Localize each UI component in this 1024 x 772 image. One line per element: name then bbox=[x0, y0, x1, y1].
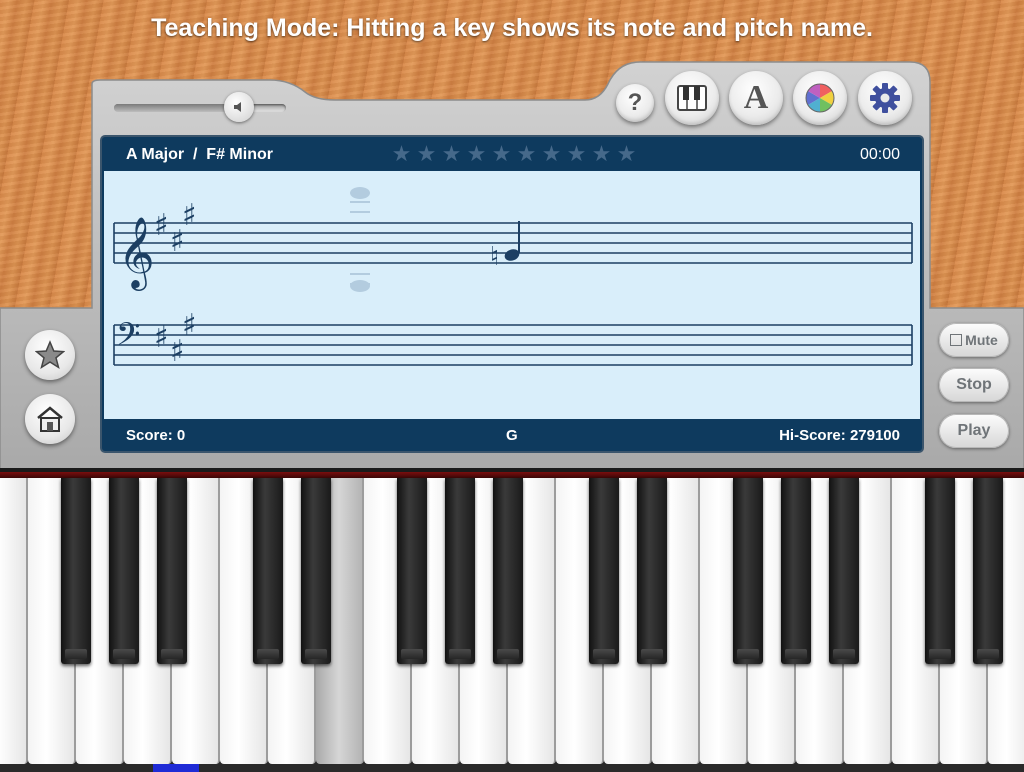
piano-keyboard bbox=[0, 468, 1024, 772]
black-key[interactable] bbox=[253, 478, 283, 664]
svg-text:♯: ♯ bbox=[182, 198, 197, 233]
svg-text:♯: ♯ bbox=[182, 308, 197, 343]
stop-button[interactable]: Stop bbox=[939, 368, 1009, 402]
black-key[interactable] bbox=[925, 478, 955, 664]
svg-text:♯: ♯ bbox=[154, 208, 169, 243]
mute-label: Mute bbox=[965, 332, 998, 348]
rating-star: ★ bbox=[441, 141, 462, 166]
game-screen: A Major / F# Minor ★ ★ ★ ★ ★ ★ ★ ★ ★ ★ 00:00 bbox=[102, 137, 922, 451]
stop-label: Stop bbox=[956, 376, 992, 393]
staff-area[interactable]: 𝄞 ♯ ♯ ♯ ♮ 𝄢 ♯ ♯ ♯ bbox=[104, 171, 920, 419]
rating-star: ★ bbox=[516, 141, 537, 166]
current-note-name: G bbox=[506, 427, 518, 444]
help-button[interactable]: ? bbox=[616, 84, 654, 122]
black-key[interactable] bbox=[397, 478, 427, 664]
key-signature-label: A Major / F# Minor bbox=[126, 146, 273, 163]
mute-button[interactable]: Mute bbox=[939, 323, 1009, 357]
black-key[interactable] bbox=[61, 478, 91, 664]
treble-clef-icon: 𝄞 bbox=[118, 215, 155, 291]
black-key[interactable] bbox=[445, 478, 475, 664]
rating-star: ★ bbox=[491, 141, 512, 166]
treble-sharps: ♯ ♯ ♯ bbox=[154, 198, 197, 259]
black-key[interactable] bbox=[637, 478, 667, 664]
black-key[interactable] bbox=[109, 478, 139, 664]
bass-staff bbox=[113, 324, 913, 366]
screen-footer: Score: 0 G Hi-Score: 279100 bbox=[102, 419, 922, 451]
bass-clef-icon: 𝄢 bbox=[116, 316, 140, 360]
color-button[interactable] bbox=[793, 71, 847, 125]
gear-icon bbox=[870, 83, 900, 113]
rating-star: ★ bbox=[541, 141, 562, 166]
music-staff: 𝄞 ♯ ♯ ♯ ♮ 𝄢 ♯ ♯ ♯ bbox=[113, 187, 913, 369]
rating-star: ★ bbox=[416, 141, 437, 166]
note-guide-ghost bbox=[350, 187, 370, 292]
mute-checkbox[interactable] bbox=[950, 334, 963, 346]
rating-star: ★ bbox=[616, 141, 637, 166]
volume-slider-thumb[interactable] bbox=[224, 92, 254, 122]
hiscore-label: Hi-Score: 279100 bbox=[779, 427, 900, 444]
screen-header: A Major / F# Minor ★ ★ ★ ★ ★ ★ ★ ★ ★ ★ 00:00 bbox=[102, 137, 922, 171]
home-icon bbox=[37, 406, 63, 432]
rating-star: ★ bbox=[566, 141, 587, 166]
keyboard-button[interactable] bbox=[665, 71, 719, 125]
star-rating: ★ ★ ★ ★ ★ ★ ★ ★ ★ ★ bbox=[389, 142, 639, 167]
svg-text:♮: ♮ bbox=[490, 242, 499, 272]
svg-text:♯: ♯ bbox=[154, 320, 169, 355]
color-wheel-icon bbox=[805, 83, 835, 113]
piano-icon bbox=[677, 85, 707, 111]
font-button[interactable]: A bbox=[729, 71, 783, 125]
black-key[interactable] bbox=[829, 478, 859, 664]
rating-star: ★ bbox=[591, 141, 612, 166]
favorite-button[interactable] bbox=[25, 330, 75, 380]
speaker-icon bbox=[234, 102, 241, 112]
middle-c-marker bbox=[153, 764, 199, 772]
rating-star: ★ bbox=[391, 141, 412, 166]
letter-a-icon: A bbox=[743, 79, 769, 116]
black-key[interactable] bbox=[301, 478, 331, 664]
play-button[interactable]: Play bbox=[939, 414, 1009, 448]
play-label: Play bbox=[957, 422, 991, 439]
black-key[interactable] bbox=[493, 478, 523, 664]
question-icon: ? bbox=[627, 89, 643, 116]
current-note-glyph: ♮ bbox=[490, 221, 520, 272]
score-label: Score: 0 bbox=[126, 427, 186, 444]
teaching-mode-banner: Teaching Mode: Hitting a key shows its n… bbox=[151, 14, 873, 42]
black-key[interactable] bbox=[973, 478, 1003, 664]
volume-slider[interactable] bbox=[114, 92, 286, 122]
rating-star: ★ bbox=[466, 141, 487, 166]
black-key[interactable] bbox=[589, 478, 619, 664]
volume-fill bbox=[114, 104, 231, 112]
bass-sharps: ♯ ♯ ♯ bbox=[154, 308, 197, 369]
black-key[interactable] bbox=[781, 478, 811, 664]
settings-button[interactable] bbox=[858, 71, 912, 125]
white-key[interactable] bbox=[0, 478, 28, 764]
home-button[interactable] bbox=[25, 394, 75, 444]
star-icon bbox=[35, 340, 65, 370]
timer: 00:00 bbox=[859, 146, 900, 163]
black-key[interactable] bbox=[157, 478, 187, 664]
black-key[interactable] bbox=[733, 478, 763, 664]
